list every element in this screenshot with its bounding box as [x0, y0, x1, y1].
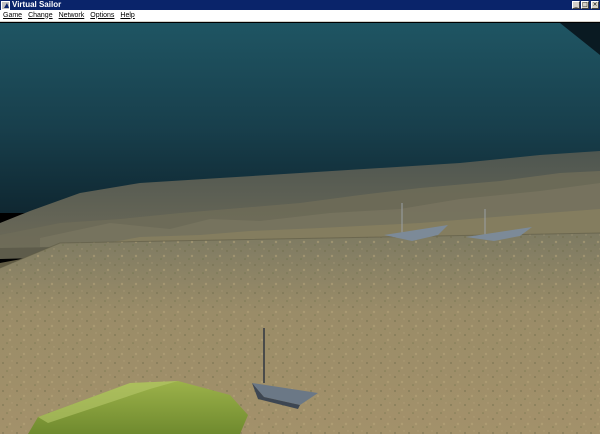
scene-canvas — [0, 23, 600, 434]
minimize-button[interactable]: _ — [572, 1, 580, 9]
menu-options[interactable]: Options — [87, 10, 117, 22]
menu-game[interactable]: Game — [0, 10, 25, 22]
close-button[interactable]: × — [591, 1, 599, 9]
menu-change[interactable]: Change — [25, 10, 56, 22]
menu-bar: Game Change Network Options Help — [0, 10, 600, 22]
maximize-button[interactable]: □ — [581, 1, 589, 9]
menu-help[interactable]: Help — [117, 10, 137, 22]
title-bar[interactable]: Virtual Sailor _ □ × — [0, 0, 600, 10]
window-controls: _ □ × — [572, 1, 599, 9]
app-icon[interactable] — [1, 0, 10, 10]
menu-network[interactable]: Network — [56, 10, 88, 22]
3d-viewport[interactable] — [0, 23, 600, 434]
window-title: Virtual Sailor — [12, 0, 62, 9]
